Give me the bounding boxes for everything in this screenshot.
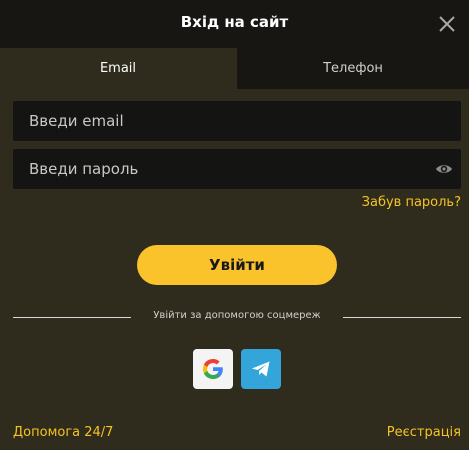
password-field-container bbox=[13, 149, 461, 189]
modal-header: Вхід на сайт bbox=[0, 0, 469, 48]
google-icon bbox=[203, 359, 223, 379]
social-divider-label: Увійти за допомогою соцмереж bbox=[153, 310, 321, 321]
login-modal: Вхід на сайт Email Телефон Забув пароль?… bbox=[0, 0, 469, 450]
login-button[interactable]: Увійти bbox=[137, 245, 337, 285]
password-input[interactable] bbox=[13, 149, 461, 189]
modal-title: Вхід на сайт bbox=[180, 13, 289, 31]
social-divider: Увійти за допомогою соцмереж bbox=[13, 309, 461, 325]
divider-line-right bbox=[343, 317, 461, 318]
email-input[interactable] bbox=[13, 101, 461, 141]
forgot-password-link[interactable]: Забув пароль? bbox=[362, 195, 461, 210]
tab-phone[interactable]: Телефон bbox=[237, 48, 469, 89]
help-link[interactable]: Допомога 24/7 bbox=[13, 425, 113, 440]
email-field-container bbox=[13, 101, 461, 141]
telegram-login-button[interactable] bbox=[241, 349, 281, 389]
close-icon[interactable] bbox=[437, 14, 457, 34]
login-tabs: Email Телефон bbox=[0, 48, 469, 89]
tab-email[interactable]: Email bbox=[0, 48, 236, 89]
telegram-icon bbox=[252, 361, 270, 377]
register-link[interactable]: Реєстрація bbox=[387, 425, 461, 440]
google-login-button[interactable] bbox=[193, 349, 233, 389]
eye-icon[interactable] bbox=[435, 161, 453, 177]
